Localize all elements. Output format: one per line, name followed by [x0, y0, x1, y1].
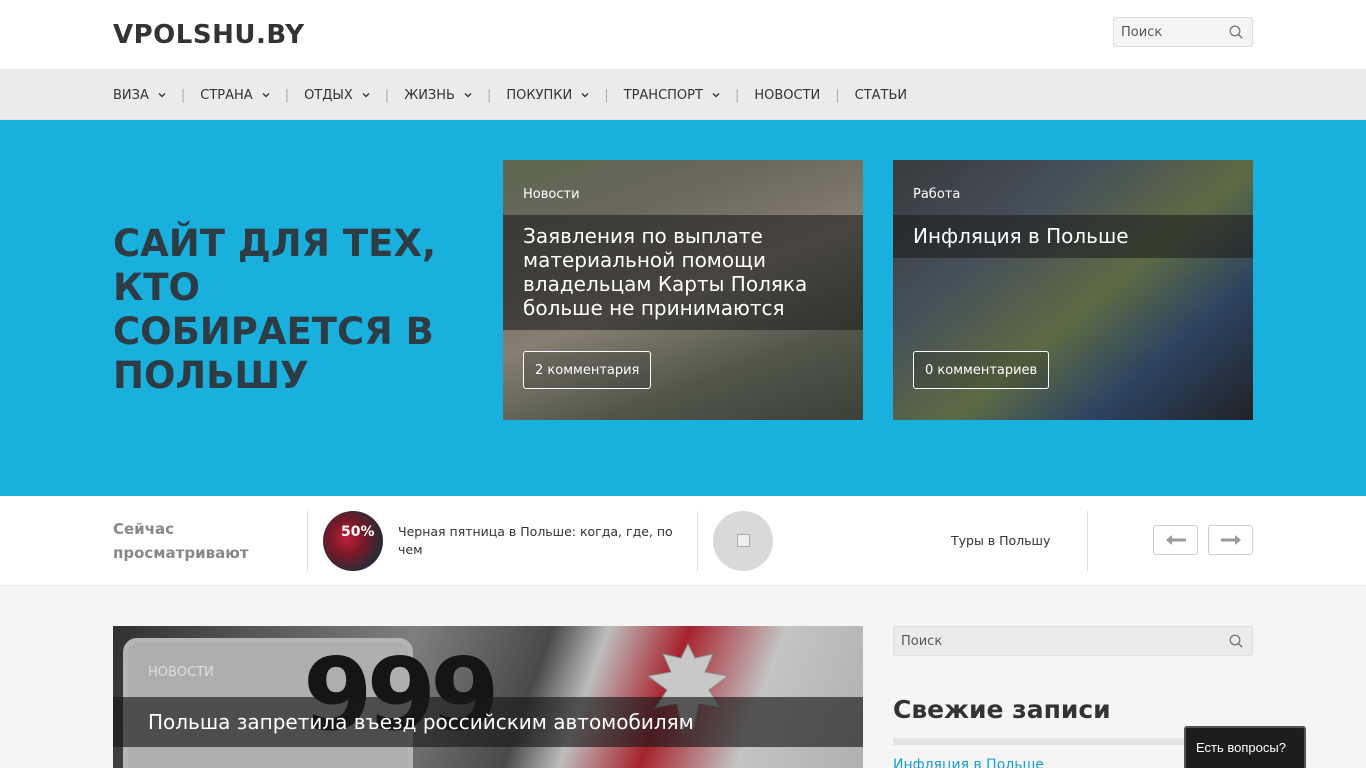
sidebar-search-input[interactable] — [894, 627, 1252, 655]
chevron-down-icon — [362, 93, 370, 98]
next-button[interactable] — [1208, 525, 1253, 555]
nav-item-visa[interactable]: ВИЗА — [113, 88, 166, 103]
trending-item-title[interactable]: Туры в Польшу — [951, 532, 1050, 550]
recent-posts-title: Свежие записи — [893, 695, 1111, 724]
trending-strip: Сейчас просматривают 50% Черная пятница … — [0, 496, 1366, 586]
arrow-left-icon — [1165, 535, 1186, 545]
post-category[interactable]: НОВОСТИ — [148, 665, 214, 680]
chevron-down-icon — [262, 93, 270, 98]
nav-item-rest[interactable]: ОТДЫХ — [304, 88, 370, 103]
trending-thumbnail[interactable] — [713, 511, 773, 571]
divider — [697, 511, 698, 571]
site-header: VPOLSHU.BY — [0, 0, 1366, 70]
main-post-card[interactable]: 999 НОВОСТИ Польша запретила въезд росси… — [113, 626, 863, 768]
header-search[interactable] — [1113, 17, 1253, 47]
prev-button[interactable] — [1153, 525, 1198, 555]
nav-separator: | — [604, 87, 609, 103]
chevron-down-icon — [581, 93, 589, 98]
thumbnail-badge: 50% — [341, 524, 375, 540]
hero-section: САЙТ ДЛЯ ТЕХ, КТО СОБИРАЕТСЯ В ПОЛЬШУ Но… — [0, 120, 1366, 496]
chevron-down-icon — [158, 93, 166, 98]
trending-thumbnail[interactable]: 50% — [323, 511, 383, 571]
arrow-right-icon — [1220, 535, 1241, 545]
post-title[interactable]: Польша запретила въезд российским автомо… — [113, 697, 863, 747]
card-title[interactable]: Инфляция в Польше — [893, 215, 1253, 258]
nav-separator: | — [180, 87, 186, 103]
chevron-down-icon — [464, 93, 472, 98]
card-category[interactable]: Новости — [523, 187, 580, 202]
divider — [307, 511, 308, 571]
card-category[interactable]: Работа — [913, 187, 960, 202]
nav-item-life[interactable]: ЖИЗНЬ — [404, 88, 472, 103]
trending-item-title[interactable]: Черная пятница в Польше: когда, где, по … — [398, 523, 678, 559]
nav-separator: | — [734, 87, 740, 103]
search-icon[interactable] — [1229, 634, 1243, 648]
featured-card[interactable]: Новости Заявления по выплате материально… — [503, 160, 863, 420]
hero-title: САЙТ ДЛЯ ТЕХ, КТО СОБИРАЕТСЯ В ПОЛЬШУ — [113, 222, 437, 397]
trending-label: Сейчас просматривают — [113, 520, 249, 562]
sidebar-search[interactable] — [893, 626, 1253, 656]
nav-item-shopping[interactable]: ПОКУПКИ — [506, 88, 589, 103]
search-icon[interactable] — [1229, 25, 1243, 39]
image-placeholder-icon — [737, 534, 750, 547]
featured-card[interactable]: Работа Инфляция в Польше 0 комментариев — [893, 160, 1253, 420]
nav-item-transport[interactable]: ТРАНСПОРТ — [624, 88, 720, 103]
nav-item-articles[interactable]: СТАТЬИ — [855, 88, 908, 103]
card-title[interactable]: Заявления по выплате материальной помощи… — [503, 215, 863, 330]
nav-list: ВИЗА | СТРАНА | ОТДЫХ | ЖИЗНЬ | ПОКУПКИ … — [113, 70, 907, 120]
nav-separator: | — [384, 87, 390, 103]
nav-item-country[interactable]: СТРАНА — [200, 88, 270, 103]
chat-widget-button[interactable]: Есть вопросы? — [1184, 726, 1306, 768]
chevron-down-icon — [712, 93, 720, 98]
nav-item-news[interactable]: НОВОСТИ — [754, 88, 820, 103]
nav-separator: | — [835, 87, 840, 103]
nav-separator: | — [486, 87, 492, 103]
comments-button[interactable]: 0 комментариев — [913, 351, 1050, 389]
site-logo[interactable]: VPOLSHU.BY — [113, 20, 305, 50]
divider — [1087, 511, 1088, 571]
main-nav: ВИЗА | СТРАНА | ОТДЫХ | ЖИЗНЬ | ПОКУПКИ … — [0, 70, 1366, 120]
recent-post-link[interactable]: Инфляция в Польше — [893, 757, 1044, 768]
nav-separator: | — [284, 87, 290, 103]
comments-button[interactable]: 2 комментария — [523, 351, 652, 389]
